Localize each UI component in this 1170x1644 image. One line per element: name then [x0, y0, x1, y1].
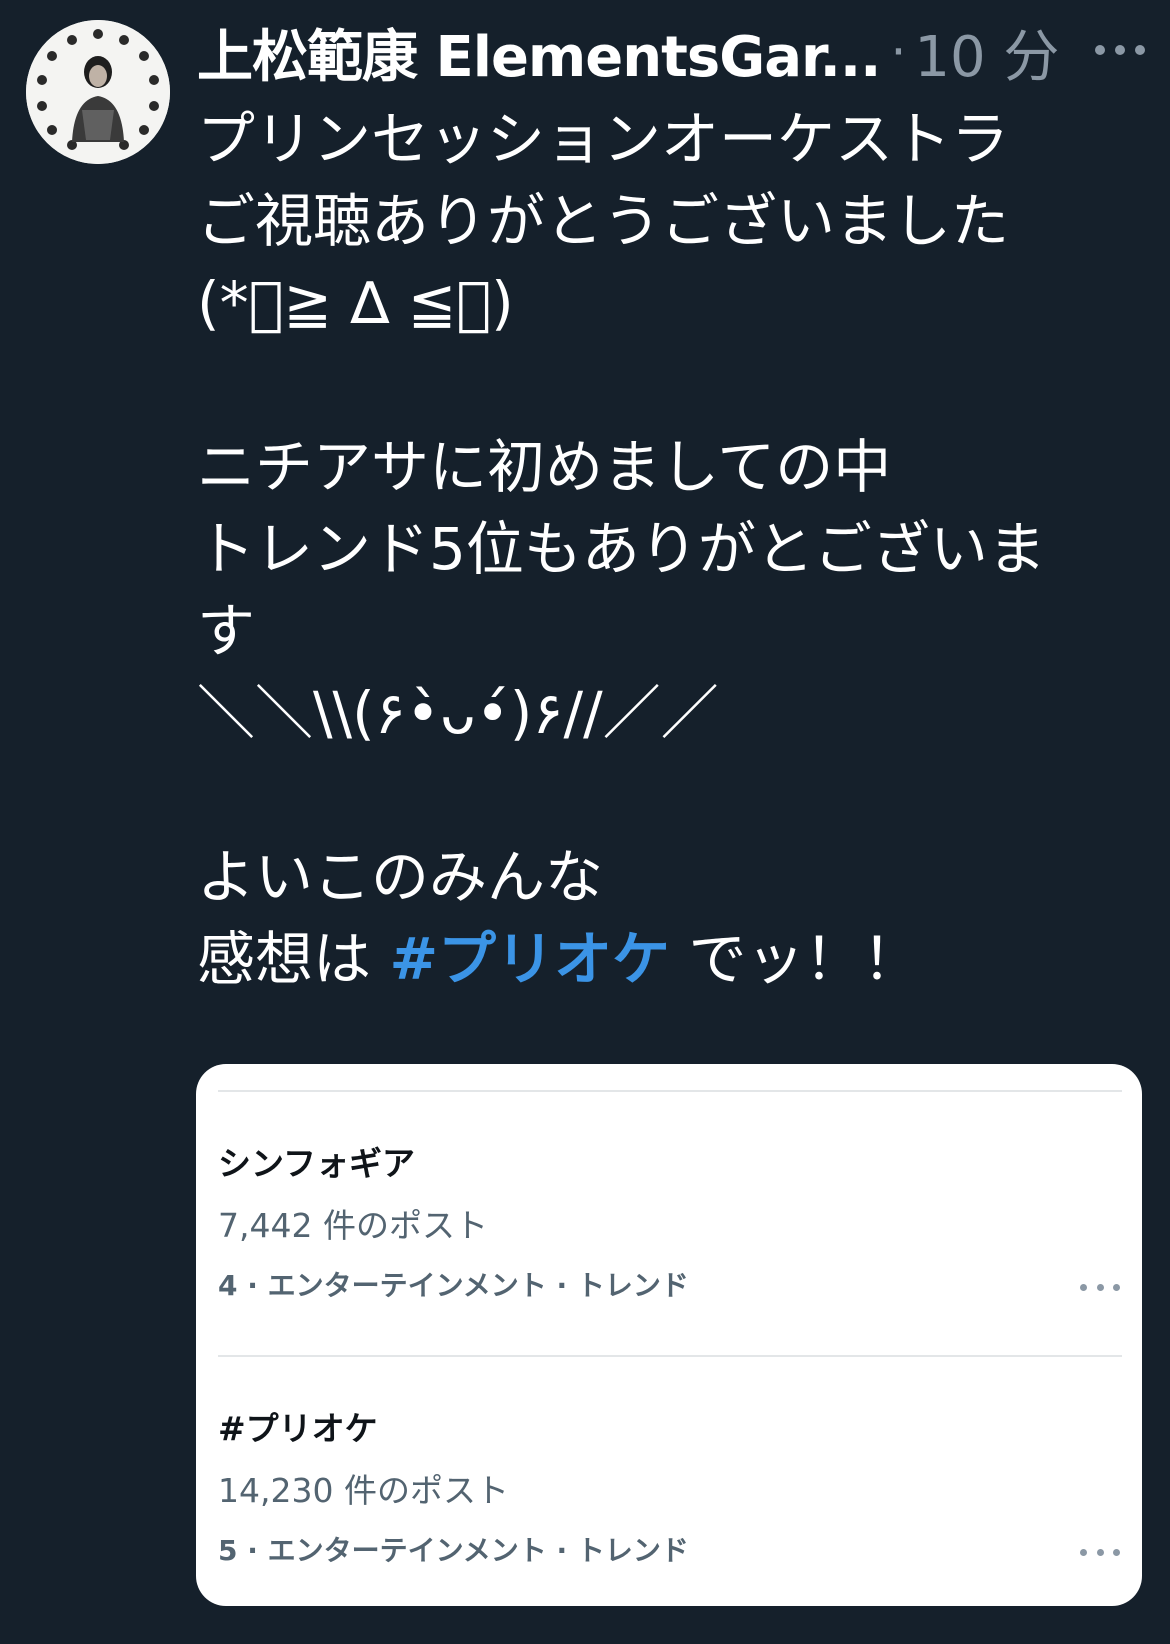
tweet-timestamp[interactable]: 10 分	[914, 12, 1059, 93]
tweet-header: 上松範康 ElementsGar... · 10 分	[197, 14, 1157, 90]
tweet-line: ご視聴ありがとうございました	[197, 187, 1010, 255]
avatar[interactable]	[26, 20, 170, 164]
tweet[interactable]: 上松範康 ElementsGar... · 10 分 プリンセッションオーケスト…	[0, 0, 1170, 1644]
tweet-line: プリンセッションオーケストラ	[197, 105, 1010, 173]
trend-post-count: 14,230 件のポスト	[218, 1471, 509, 1510]
trend-post-count: 7,442 件のポスト	[218, 1206, 488, 1245]
trends-card[interactable]: シンフォギア 7,442 件のポスト 4 · エンターテインメント · トレンド…	[196, 1064, 1142, 1606]
author-display-name[interactable]: 上松範康 ElementsGar...	[197, 12, 880, 93]
profile-photo-icon	[26, 20, 170, 164]
more-horizontal-icon[interactable]	[1080, 1542, 1120, 1562]
trend-title: #プリオケ	[218, 1409, 378, 1448]
tweet-line: (*゚≧ ∆ ≦゚)	[197, 269, 514, 337]
tweet-line: よいこのみんな	[197, 843, 604, 911]
tweet-line-with-hashtag: 感想は #プリオケ でッ！！	[197, 918, 1137, 1000]
trend-item[interactable]: #プリオケ 14,230 件のポスト 5 · エンターテインメント · トレンド	[218, 1405, 1122, 1571]
tweet-line: ニチアサに初めましての中	[197, 433, 892, 501]
trend-meta: 4 · エンターテインメント · トレンド	[218, 1269, 689, 1302]
trend-item[interactable]: シンフォギア 7,442 件のポスト 4 · エンターテインメント · トレンド	[218, 1140, 1122, 1306]
divider	[218, 1355, 1122, 1357]
tweet-line: ＼＼\\(۶•̀ᴗ•́)۶//／／	[197, 679, 719, 747]
line-suffix: でッ！！	[670, 925, 921, 993]
divider	[218, 1090, 1122, 1092]
tweet-line: す	[197, 597, 256, 665]
trend-meta: 5 · エンターテインメント · トレンド	[218, 1534, 689, 1567]
more-horizontal-icon[interactable]	[1080, 1277, 1120, 1297]
header-separator: ·	[890, 23, 907, 81]
tweet-line: トレンド5位もありがとございま	[197, 515, 1046, 583]
trend-title: シンフォギア	[218, 1144, 416, 1183]
hashtag-link[interactable]: #プリオケ	[389, 925, 670, 993]
more-horizontal-icon[interactable]	[1095, 30, 1145, 70]
tweet-text: プリンセッションオーケストラ ご視聴ありがとうございました (*゚≧ ∆ ≦゚)…	[197, 98, 1137, 1000]
line-prefix: 感想は	[197, 925, 390, 993]
